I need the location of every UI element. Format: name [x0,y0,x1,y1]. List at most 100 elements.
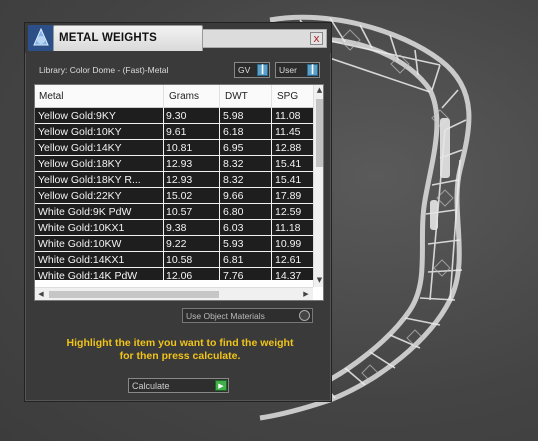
use-object-materials-option[interactable]: Use Object Materials [182,308,313,323]
cell-divider [163,124,164,140]
table-row[interactable]: Yellow Gold:9KY 9.30 5.98 11.08 [35,108,313,124]
vertical-scroll-thumb[interactable] [316,99,323,167]
cell-divider [163,204,164,220]
cell-divider [219,124,220,140]
cell-metal: Yellow Gold:9KY [38,110,116,122]
cell-spg: 12.61 [275,254,302,266]
user-toggle-icon[interactable]: ┃ [307,64,318,76]
cell-spg: 10.99 [275,238,302,250]
horizontal-scroll-thumb[interactable] [49,291,219,298]
cell-spg: 11.45 [275,126,301,138]
cell-dwt: 6.95 [223,142,244,154]
cell-divider [219,268,220,280]
cell-dwt: 6.81 [223,254,244,266]
cell-spg: 15.41 [275,174,302,186]
column-header-spg[interactable]: SPG [277,91,298,102]
cell-grams: 9.61 [166,126,187,138]
cell-divider [163,236,164,252]
table-row[interactable]: Yellow Gold:10KY 9.61 6.18 11.45 [35,124,313,140]
table-row[interactable]: White Gold:14KX1 10.58 6.81 12.61 [35,252,313,268]
cell-dwt: 7.76 [223,270,244,280]
cell-dwt: 9.66 [223,190,244,202]
cell-divider [219,140,220,156]
cell-grams: 9.38 [166,222,187,234]
cell-divider [271,172,272,188]
cell-divider [219,108,220,124]
cell-grams: 10.57 [166,206,193,218]
column-divider [163,85,164,108]
table-body: Yellow Gold:9KY 9.30 5.98 11.08 Yellow Gold:… [35,108,313,280]
column-header-dwt[interactable]: DWT [225,91,248,102]
play-icon[interactable]: ▶ [215,380,227,391]
horizontal-scrollbar[interactable]: ◀ ▶ [35,287,313,300]
table-row[interactable]: Yellow Gold:18KY 12.93 8.32 15.41 [35,156,313,172]
cell-dwt: 5.93 [223,238,244,250]
cell-dwt: 8.32 [223,174,244,186]
gv-toggle[interactable]: GV ┃ [234,62,270,78]
cell-grams: 12.93 [166,158,193,170]
cell-metal: White Gold:10KX1 [38,222,125,234]
cell-metal: Yellow Gold:18KY R... [38,174,141,186]
cell-dwt: 5.98 [223,110,244,122]
app-logo-icon [28,25,54,51]
table-row[interactable]: Yellow Gold:14KY 10.81 6.95 12.88 [35,140,313,156]
user-toggle[interactable]: User ┃ [275,62,320,78]
cell-divider [163,220,164,236]
instruction-line: for then press calculate. [119,350,241,362]
table-row[interactable]: White Gold:10KW 9.22 5.93 10.99 [35,236,313,252]
cell-divider [271,220,272,236]
cell-divider [271,188,272,204]
cell-divider [219,156,220,172]
cell-divider [219,252,220,268]
table-row[interactable]: White Gold:10KX1 9.38 6.03 11.18 [35,220,313,236]
cell-divider [163,172,164,188]
scroll-up-icon[interactable]: ▲ [314,85,323,96]
table-row[interactable]: White Gold:14K PdW 12.06 7.76 14.37 [35,268,313,280]
cell-spg: 12.59 [275,206,302,218]
cell-divider [163,188,164,204]
calculate-control[interactable]: Calculate ▶ [128,378,229,393]
scroll-down-icon[interactable]: ▼ [314,275,323,286]
cell-divider [271,204,272,220]
title-bar-stripe [203,29,327,48]
scroll-right-icon[interactable]: ▶ [300,288,312,300]
table-row[interactable]: White Gold:9K PdW 10.57 6.80 12.59 [35,204,313,220]
use-object-materials-label: Use Object Materials [186,311,265,321]
cell-divider [271,156,272,172]
cell-divider [271,268,272,280]
close-icon: x [313,32,320,45]
cell-grams: 15.02 [166,190,193,202]
user-toggle-label: User [279,65,297,75]
close-button[interactable]: x [310,32,323,45]
cell-divider [219,236,220,252]
cell-metal: Yellow Gold:18KY [38,158,122,170]
calculate-label: Calculate [132,381,170,391]
cell-dwt: 8.32 [223,158,244,170]
cell-spg: 11.18 [275,222,301,234]
cell-grams: 10.58 [166,254,193,266]
metal-weights-table: Metal Grams DWT SPG Yellow Gold:9KY 9.30 5… [34,84,324,301]
table-row[interactable]: Yellow Gold:18KY R... 12.93 8.32 15.41 [35,172,313,188]
vertical-scrollbar[interactable]: ▲ ▼ [313,85,323,287]
cell-divider [163,108,164,124]
cell-spg: 12.88 [275,142,302,154]
cell-divider [271,124,272,140]
column-header-metal[interactable]: Metal [39,91,63,102]
cell-metal: White Gold:14KX1 [38,254,125,266]
gv-toggle-icon[interactable]: ┃ [257,64,268,76]
scroll-left-icon[interactable]: ◀ [35,288,47,300]
cell-grams: 9.22 [166,238,187,250]
table-row[interactable]: Yellow Gold:22KY 15.02 9.66 17.89 [35,188,313,204]
radio-icon[interactable] [299,310,310,321]
title-bar[interactable]: METAL WEIGHTS x [25,23,331,53]
cell-spg: 17.89 [275,190,302,202]
cell-divider [271,108,272,124]
cell-divider [219,172,220,188]
column-header-grams[interactable]: Grams [169,91,199,102]
cell-divider [219,220,220,236]
dialog-title: METAL WEIGHTS [59,32,158,44]
gv-toggle-label: GV [238,65,251,75]
cell-grams: 10.81 [166,142,193,154]
metal-weights-dialog: METAL WEIGHTS x Library: Color Dome - (F… [24,22,332,402]
cell-metal: White Gold:10KW [38,238,122,250]
